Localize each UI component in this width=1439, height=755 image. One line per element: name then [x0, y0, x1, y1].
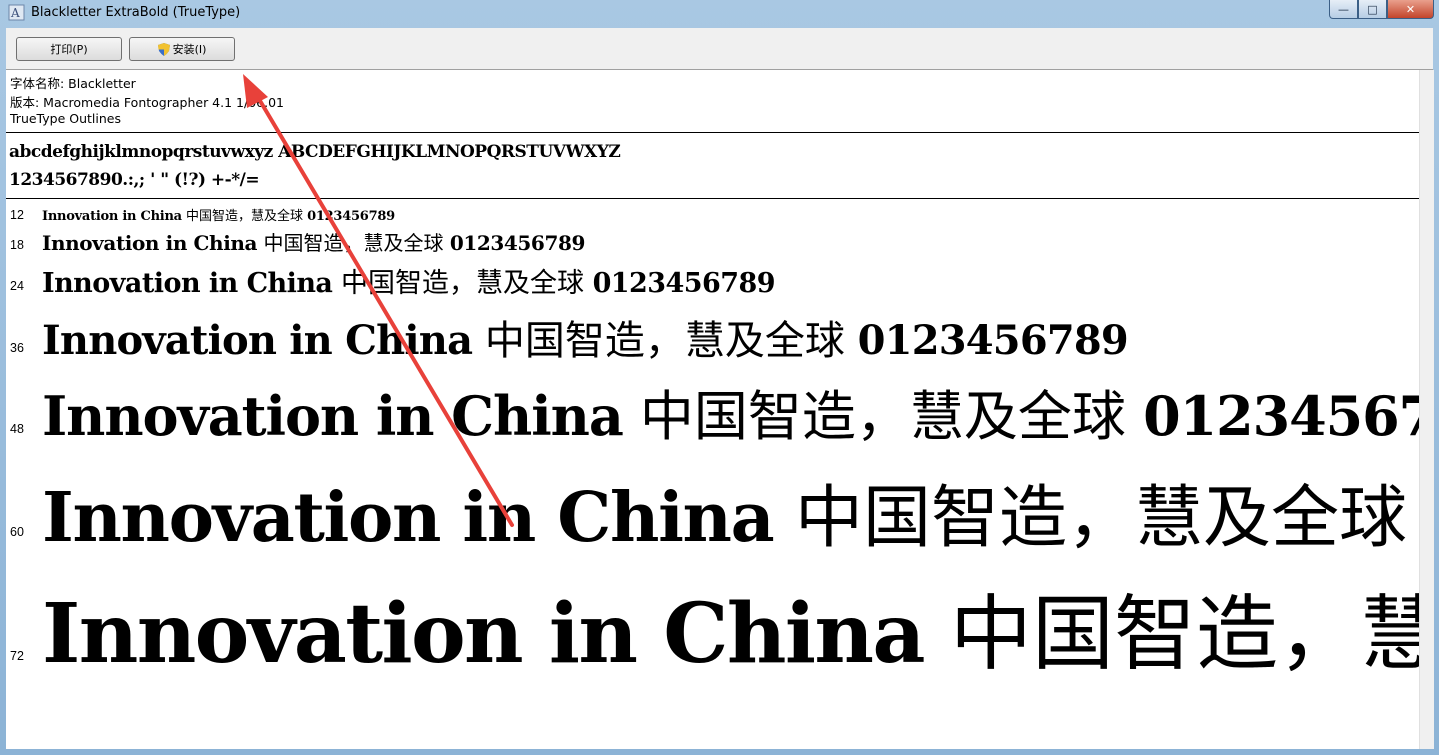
sample-cjk: 中国智造，慧及全球	[949, 587, 1419, 682]
sample-line-48: Innovation in China 中国智造，慧及全球 0123456789	[42, 372, 1419, 451]
toolbar: 打印(P) 安装(I)	[6, 28, 1433, 70]
sample-line-24: Innovation in China 中国智造，慧及全球 0123456789	[42, 261, 776, 300]
sample-digits: 0123456789	[449, 231, 586, 255]
font-app-icon: A	[8, 4, 25, 21]
sample-latin: Innovation in China	[42, 586, 926, 682]
minimize-button[interactable]: —	[1329, 0, 1358, 19]
size-label-24: 24	[10, 279, 24, 293]
window-title: Blackletter ExtraBold (TrueType)	[31, 5, 241, 20]
maximize-button[interactable]: □	[1358, 0, 1387, 19]
sample-digits: 0123456789	[307, 209, 395, 224]
divider-bottom	[6, 198, 1419, 199]
sample-cjk: 中国智造，慧及全球	[257, 231, 450, 255]
sample-latin: Innovation in China	[42, 209, 182, 224]
sample-line-12: Innovation in China 中国智造，慧及全球 0123456789	[42, 205, 395, 224]
sample-cjk: 中国智造，慧及全球	[773, 479, 1419, 558]
sample-line-36: Innovation in China 中国智造，慧及全球 0123456789	[42, 308, 1129, 366]
install-button-label: 安装(I)	[172, 43, 207, 56]
sample-latin: Innovation in China	[42, 317, 473, 364]
size-label-36: 36	[10, 341, 24, 355]
font-name-text: 字体名称: Blackletter	[10, 76, 136, 91]
divider-top	[6, 132, 1419, 133]
sample-line-18: Innovation in China 中国智造，慧及全球 0123456789	[42, 227, 585, 256]
sample-latin: Innovation in China	[42, 231, 258, 255]
vertical-scrollbar[interactable]	[1419, 70, 1434, 749]
print-button-label: 打印(P)	[50, 43, 88, 56]
font-outlines-text: TrueType Outlines	[10, 111, 121, 126]
sample-line-72: Innovation in China 中国智造，慧及全球 0123456789	[42, 567, 1419, 686]
sample-cjk: 中国智造，慧及全球	[622, 385, 1144, 448]
size-label-60: 60	[10, 525, 24, 539]
charset-line-letters: abcdefghijklmnopqrstuvwxyz ABCDEFGHIJKLM…	[9, 142, 621, 162]
size-label-18: 18	[10, 238, 24, 252]
sample-cjk: 中国智造，慧及全球	[472, 318, 858, 364]
font-viewer-window: A Blackletter ExtraBold (TrueType) — □ ✕…	[0, 0, 1439, 755]
sample-latin: Innovation in China	[42, 268, 333, 299]
print-button[interactable]: 打印(P)	[16, 37, 122, 61]
sample-cjk: 中国智造，慧及全球	[181, 209, 308, 224]
sample-line-60: Innovation in China 中国智造，慧及全球 0123456789	[42, 462, 1419, 561]
close-button[interactable]: ✕	[1387, 0, 1434, 19]
sample-cjk: 中国智造，慧及全球	[332, 268, 593, 299]
sample-digits: 0123456789	[857, 317, 1129, 364]
charset-line-symbols: 1234567890.:,; ' " (!?) +-*/=	[9, 170, 260, 190]
size-label-72: 72	[10, 649, 24, 663]
font-preview-area: 字体名称: Blackletter 版本: Macromedia Fontogr…	[6, 70, 1419, 749]
sample-digits: 0123456789	[1143, 384, 1419, 448]
font-version-text: 版本: Macromedia Fontographer 4.1 1/06.01	[10, 95, 284, 110]
svg-text:A: A	[10, 6, 20, 20]
sample-digits: 0123456789	[592, 268, 776, 299]
sample-latin: Innovation in China	[42, 478, 775, 558]
sample-latin: Innovation in China	[42, 384, 624, 448]
size-label-12: 12	[10, 208, 24, 222]
uac-shield-icon	[157, 42, 170, 56]
install-button[interactable]: 安装(I)	[129, 37, 235, 61]
title-bar[interactable]: A Blackletter ExtraBold (TrueType) — □ ✕	[0, 0, 1439, 27]
size-label-48: 48	[10, 422, 24, 436]
